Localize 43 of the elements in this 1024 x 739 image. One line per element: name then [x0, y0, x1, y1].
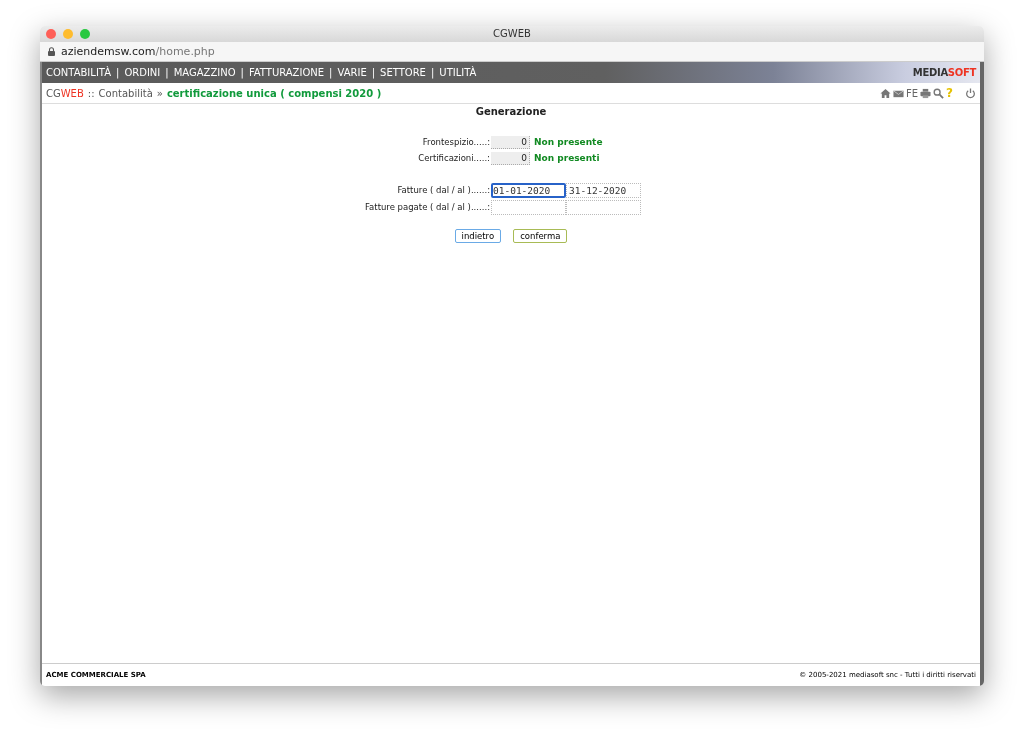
count-field: 0: [491, 151, 530, 165]
confirm-button[interactable]: conferma: [513, 229, 568, 243]
menu-separator: |: [116, 67, 120, 78]
status-text: Non presenti: [534, 153, 600, 163]
field-label: Frontespizio.....:: [421, 136, 491, 149]
breadcrumb-separator: »: [156, 87, 163, 99]
field-label: Fatture ( dal / al )......:: [396, 184, 491, 197]
page-title: certificazione unica ( compensi 2020 ): [166, 87, 382, 99]
breadcrumb-separator: ::: [87, 87, 95, 99]
menu-separator: |: [371, 67, 376, 78]
menu-item[interactable]: SETTORE: [380, 67, 426, 78]
fe-button[interactable]: FE: [905, 87, 919, 99]
menu-item[interactable]: VARIE: [337, 67, 367, 78]
date-field[interactable]: [566, 200, 641, 215]
date-field[interactable]: 31-12-2020: [566, 183, 641, 198]
printer-icon[interactable]: [920, 87, 932, 99]
count-field: 0: [491, 135, 530, 149]
menu-separator: |: [165, 67, 169, 78]
lock-icon: [48, 47, 55, 56]
menu-item[interactable]: CONTABILITÀ: [46, 67, 111, 78]
menu-item[interactable]: MAGAZZINO: [173, 67, 236, 78]
window-title: CGWEB: [493, 28, 531, 39]
field-label: Certificazioni.....:: [417, 152, 491, 165]
back-button[interactable]: indietro: [454, 229, 502, 243]
section-title: Generazione: [475, 106, 547, 117]
app-name: CGWEB: [46, 87, 84, 99]
date-field[interactable]: [491, 200, 566, 215]
menu-item[interactable]: ORDINI: [124, 67, 161, 78]
status-text: Non presente: [534, 137, 603, 147]
field-label: Fatture pagate ( dal / al )......:: [364, 201, 491, 214]
menu-item[interactable]: FATTURAZIONE: [248, 67, 325, 78]
date-field[interactable]: 01-01-2020: [491, 183, 566, 198]
menu-separator: |: [240, 67, 244, 78]
search-icon[interactable]: [933, 87, 945, 99]
menu-item[interactable]: UTILITÀ: [439, 67, 477, 78]
power-icon[interactable]: [965, 87, 976, 99]
breadcrumb-link[interactable]: Contabilità: [98, 87, 153, 99]
menu-separator: |: [430, 67, 435, 78]
logo: MEDIASOFT: [912, 67, 976, 78]
close-icon[interactable]: [46, 29, 56, 39]
address-bar[interactable]: aziendemsw.com/home.php: [61, 45, 215, 58]
home-icon[interactable]: [879, 87, 891, 99]
menu-separator: |: [329, 67, 333, 78]
